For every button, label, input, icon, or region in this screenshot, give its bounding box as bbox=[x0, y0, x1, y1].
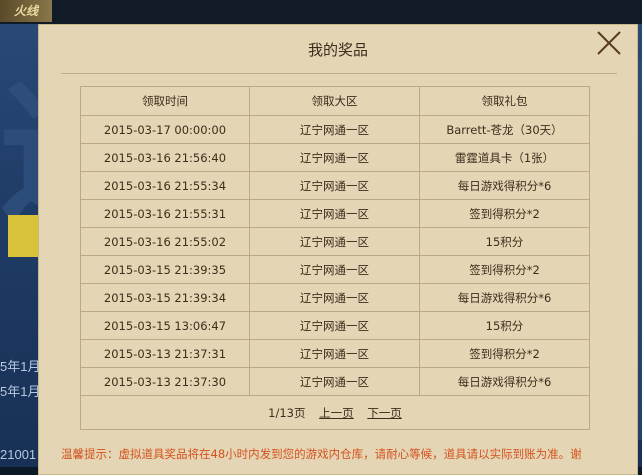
cell-region: 辽宁网通一区 bbox=[249, 115, 420, 144]
game-logo: 火线 bbox=[0, 0, 52, 22]
cell-package: 签到得积分*2 bbox=[419, 339, 590, 368]
background-top-bar bbox=[0, 0, 642, 24]
cell-package: 签到得积分*2 bbox=[419, 199, 590, 228]
cell-time: 2015-03-15 13:06:47 bbox=[80, 311, 250, 340]
table-header-row: 领取时间 领取大区 领取礼包 bbox=[80, 86, 590, 116]
cell-region: 辽宁网通一区 bbox=[249, 255, 420, 284]
cell-time: 2015-03-16 21:55:02 bbox=[80, 227, 250, 256]
cell-package: 15积分 bbox=[419, 311, 590, 340]
cell-time: 2015-03-13 21:37:30 bbox=[80, 367, 250, 396]
cell-package: 每日游戏得积分*6 bbox=[419, 283, 590, 312]
close-icon[interactable] bbox=[595, 29, 623, 57]
cell-time: 2015-03-15 21:39:35 bbox=[80, 255, 250, 284]
table-row: 2015-03-16 21:55:31 辽宁网通一区 签到得积分*2 bbox=[80, 199, 590, 228]
cell-region: 辽宁网通一区 bbox=[249, 339, 420, 368]
cell-package: 每日游戏得积分*6 bbox=[419, 171, 590, 200]
cell-region: 辽宁网通一区 bbox=[249, 311, 420, 340]
cell-time: 2015-03-15 21:39:34 bbox=[80, 283, 250, 312]
background-banner-block bbox=[8, 215, 38, 257]
table-row: 2015-03-16 21:55:34 辽宁网通一区 每日游戏得积分*6 bbox=[80, 171, 590, 200]
cell-package: 15积分 bbox=[419, 227, 590, 256]
notice-text: 温馨提示：虚拟道具奖品将在48小时内发到您的游戏内仓库，请耐心等候，道具请以实际… bbox=[61, 447, 582, 461]
table-row: 2015-03-15 13:06:47 辽宁网通一区 15积分 bbox=[80, 311, 590, 340]
title-divider bbox=[61, 73, 617, 74]
cell-time: 2015-03-17 00:00:00 bbox=[80, 115, 250, 144]
cell-time: 2015-03-16 21:55:31 bbox=[80, 199, 250, 228]
cell-time: 2015-03-13 21:37:31 bbox=[80, 339, 250, 368]
cell-package: 签到得积分*2 bbox=[419, 255, 590, 284]
dialog-title: 我的奖品 bbox=[307, 41, 368, 59]
cell-package: Barrett-苍龙（30天） bbox=[419, 115, 590, 144]
cell-time: 2015-03-16 21:56:40 bbox=[80, 143, 250, 172]
pager: 1/13页 上一页 下一页 bbox=[80, 395, 590, 430]
prizes-dialog: 我的奖品 领取时间 领取大区 领取礼包 2015-03-17 00:00:00 … bbox=[38, 24, 638, 475]
cell-time: 2015-03-16 21:55:34 bbox=[80, 171, 250, 200]
table-row: 2015-03-16 21:56:40 辽宁网通一区 雷霆道具卡（1张） bbox=[80, 143, 590, 172]
page-indicator: 1/13页 bbox=[268, 405, 306, 420]
cell-region: 辽宁网通一区 bbox=[249, 143, 420, 172]
background-code: 21001 bbox=[0, 447, 37, 462]
background-date-2: 5年1月 bbox=[0, 384, 41, 399]
next-page-link[interactable]: 下一页 bbox=[367, 406, 402, 420]
cell-region: 辽宁网通一区 bbox=[249, 227, 420, 256]
column-header-package: 领取礼包 bbox=[419, 86, 590, 116]
table-row: 2015-03-16 21:55:02 辽宁网通一区 15积分 bbox=[80, 227, 590, 256]
cell-region: 辽宁网通一区 bbox=[249, 171, 420, 200]
column-header-region: 领取大区 bbox=[249, 86, 420, 116]
table-row: 2015-03-15 21:39:34 辽宁网通一区 每日游戏得积分*6 bbox=[80, 283, 590, 312]
table-row: 2015-03-13 21:37:31 辽宁网通一区 签到得积分*2 bbox=[80, 339, 590, 368]
background-date-1: 5年1月 bbox=[0, 359, 41, 374]
column-header-time: 领取时间 bbox=[80, 86, 250, 116]
cell-package: 每日游戏得积分*6 bbox=[419, 367, 590, 396]
prev-page-link[interactable]: 上一页 bbox=[319, 406, 354, 420]
table-row: 2015-03-13 21:37:30 辽宁网通一区 每日游戏得积分*6 bbox=[80, 367, 590, 396]
cell-region: 辽宁网通一区 bbox=[249, 283, 420, 312]
cell-region: 辽宁网通一区 bbox=[249, 367, 420, 396]
cell-package: 雷霆道具卡（1张） bbox=[419, 143, 590, 172]
cell-region: 辽宁网通一区 bbox=[249, 199, 420, 228]
table-row: 2015-03-17 00:00:00 辽宁网通一区 Barrett-苍龙（30… bbox=[80, 115, 590, 144]
table-row: 2015-03-15 21:39:35 辽宁网通一区 签到得积分*2 bbox=[80, 255, 590, 284]
prizes-table: 领取时间 领取大区 领取礼包 2015-03-17 00:00:00 辽宁网通一… bbox=[80, 86, 590, 430]
pager-row: 1/13页 上一页 下一页 bbox=[80, 395, 590, 430]
